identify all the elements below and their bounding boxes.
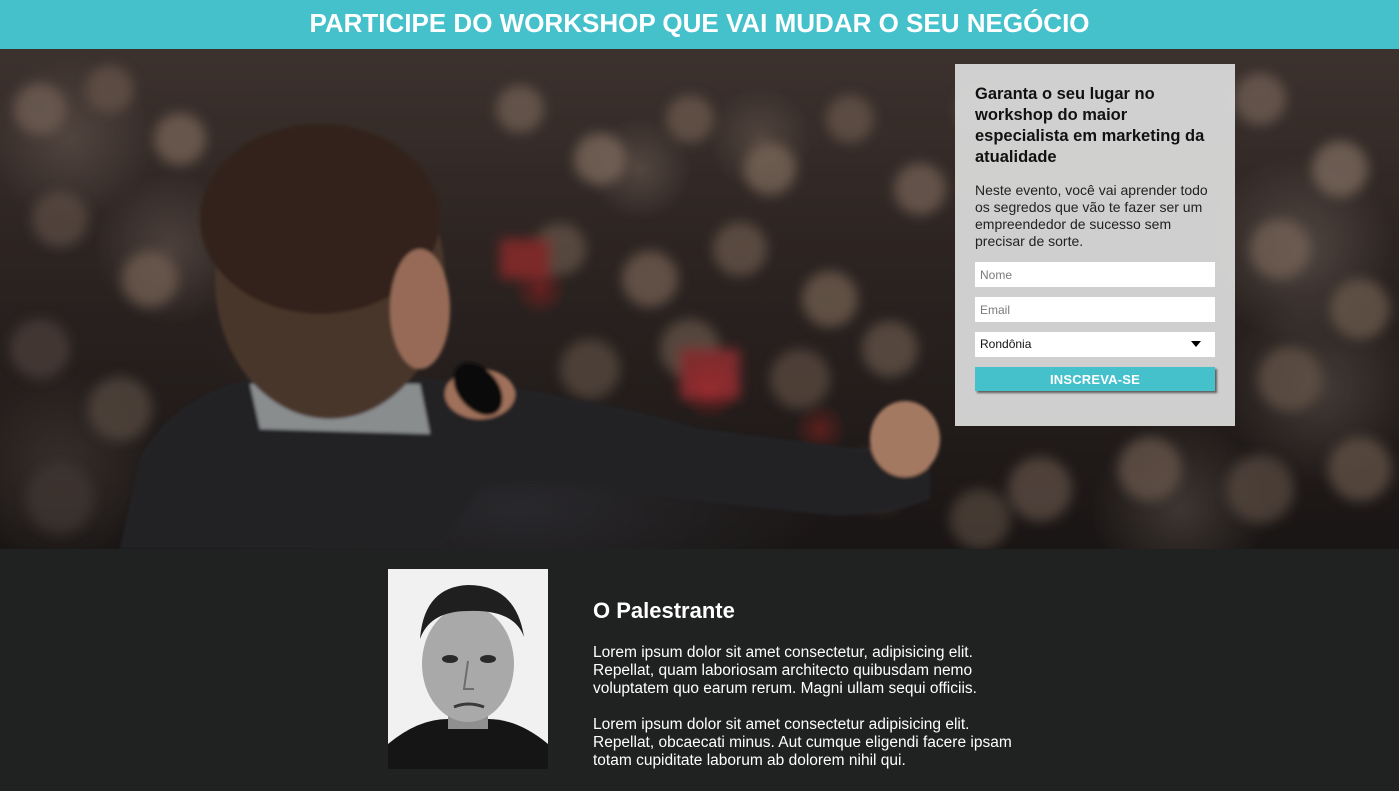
speaker-portrait (388, 569, 548, 769)
state-select[interactable]: Rondônia (975, 332, 1215, 357)
signup-description: Neste evento, você vai aprender todo os … (975, 182, 1208, 249)
email-input[interactable] (975, 297, 1215, 322)
signup-heading: Garanta o seu lugar no workshop do maior… (975, 85, 1205, 166)
subscribe-button[interactable]: INSCREVA-SE (975, 367, 1215, 391)
banner-title: PARTICIPE DO WORKSHOP QUE VAI MUDAR O SE… (309, 8, 1090, 38)
speaker-paragraph-2: Lorem ipsum dolor sit amet consectetur a… (593, 716, 1012, 769)
hero-section: Garanta o seu lugar no workshop do maior… (0, 49, 1399, 549)
speaker-section: O Palestrante Lorem ipsum dolor sit amet… (0, 549, 1399, 791)
speaker-title: O Palestrante (593, 598, 735, 623)
top-banner: PARTICIPE DO WORKSHOP QUE VAI MUDAR O SE… (0, 0, 1399, 49)
speaker-text: O Palestrante Lorem ipsum dolor sit amet… (593, 597, 1013, 770)
chevron-down-icon (1191, 341, 1201, 347)
speaker-paragraph-1: Lorem ipsum dolor sit amet consectetur, … (593, 644, 977, 697)
state-select-value: Rondônia (980, 337, 1032, 351)
name-input[interactable] (975, 262, 1215, 287)
signup-card: Garanta o seu lugar no workshop do maior… (955, 64, 1235, 426)
speaker-photo (388, 569, 548, 769)
